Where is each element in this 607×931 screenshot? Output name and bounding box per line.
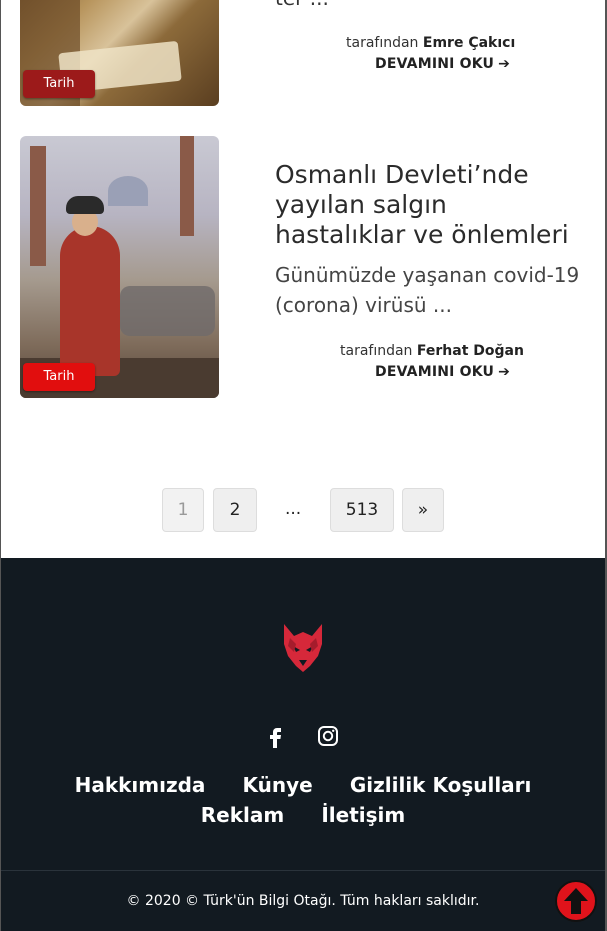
image-detail [120, 286, 215, 336]
author-name[interactable]: Ferhat Doğan [417, 343, 524, 359]
read-more-link[interactable]: DEVAMINI OKU ➔ [375, 56, 510, 72]
footer-link-advertising[interactable]: Reklam [201, 800, 284, 830]
image-detail [108, 176, 148, 206]
read-more-label: DEVAMINI OKU [375, 56, 495, 72]
footer-link-imprint[interactable]: Künye [243, 770, 313, 800]
read-more-label: DEVAMINI OKU [375, 364, 495, 380]
author-line: tarafından Ferhat Doğan [340, 343, 524, 359]
category-badge[interactable]: Tarih [23, 363, 95, 391]
instagram-icon[interactable] [316, 724, 340, 748]
author-prefix: tarafından [340, 343, 413, 359]
arrow-up-circle-icon [564, 888, 588, 914]
footer-link-contact[interactable]: İletişim [321, 800, 405, 830]
facebook-icon[interactable] [264, 724, 288, 748]
post-image[interactable] [20, 136, 219, 398]
next-page-button[interactable]: » [402, 488, 444, 532]
image-detail [66, 196, 104, 214]
post-excerpt: Günümüzde yaşanan covid-19 (corona) virü… [275, 263, 580, 317]
image-detail [30, 146, 46, 266]
footer-link-privacy[interactable]: Gizlilik Koşulları [350, 770, 532, 800]
wolf-head-logo[interactable] [280, 622, 326, 674]
page-button-last[interactable]: 513 [330, 488, 394, 532]
arrow-right-icon: ➔ [498, 56, 511, 72]
page-button[interactable]: 2 [213, 488, 257, 532]
footer-nav: Hakkımızda Künye Gizlilik Koşulları Rekl… [1, 770, 605, 830]
image-detail [180, 136, 194, 236]
pagination: 1 2 ... 513 » [0, 488, 607, 532]
previous-post-excerpt: ter ... [275, 0, 329, 10]
copyright-text: © 2020 © Türk'ün Bilgi Otağı. Tüm haklar… [126, 893, 480, 909]
footer-divider [1, 870, 605, 871]
footer-link-about[interactable]: Hakkımızda [75, 770, 206, 800]
back-to-top-button[interactable] [555, 880, 597, 922]
page-ellipsis: ... [285, 499, 302, 519]
image-detail [60, 226, 120, 376]
author-name[interactable]: Emre Çakıcı [423, 35, 515, 51]
arrow-right-icon: ➔ [498, 364, 511, 380]
author-prefix: tarafından [346, 35, 419, 51]
author-line: tarafından Emre Çakıcı [346, 35, 515, 51]
post-title[interactable]: Osmanlı Devleti’nde yayılan salgın hasta… [275, 160, 585, 250]
page-current: 1 [162, 488, 204, 532]
category-badge[interactable]: Tarih [23, 70, 95, 98]
read-more-link[interactable]: DEVAMINI OKU ➔ [375, 364, 510, 380]
site-footer [1, 558, 605, 931]
